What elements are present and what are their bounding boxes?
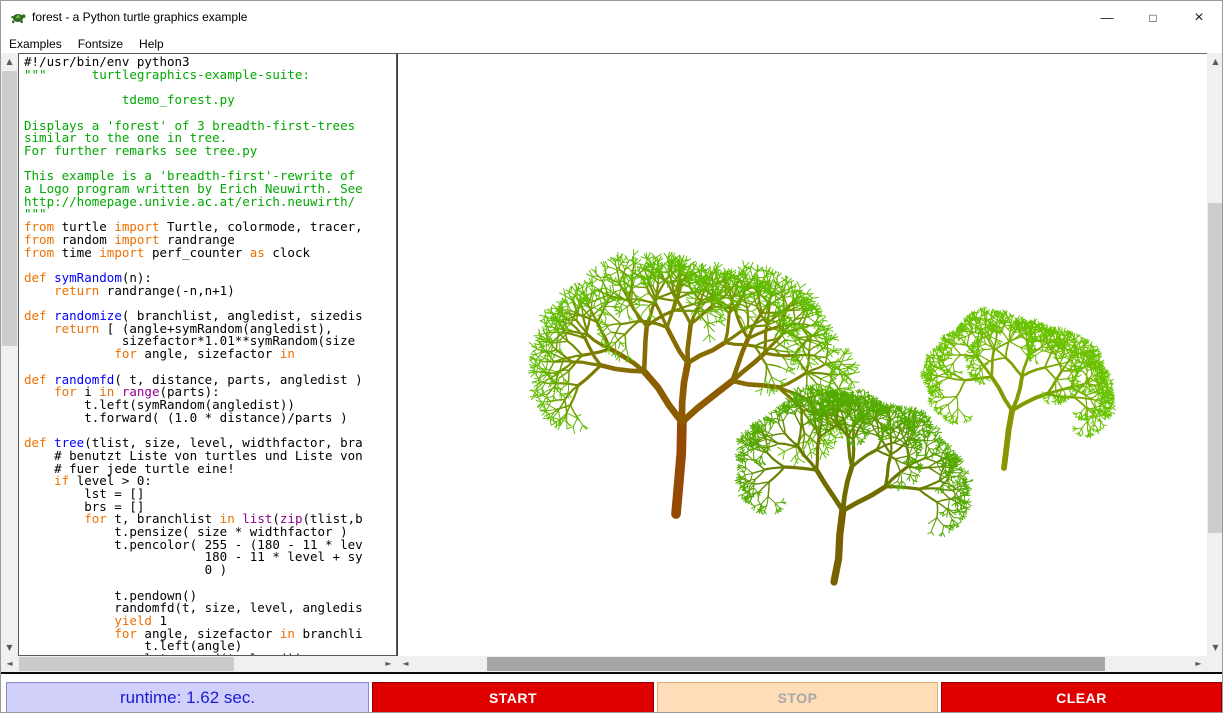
turtle-canvas-drawing bbox=[398, 54, 1207, 656]
scroll-down-icon[interactable]: ▼ bbox=[1, 639, 18, 656]
tree-path-middle-tree-level-6 bbox=[785, 437, 919, 489]
canvas-horizontal-scrollbar[interactable]: ◄ ► bbox=[397, 656, 1207, 672]
source-code-viewer[interactable]: #!/usr/bin/env python3 """ turtlegraphic… bbox=[18, 53, 397, 656]
titlebar[interactable]: forest - a Python turtle graphics exampl… bbox=[1, 1, 1222, 34]
code-vertical-scrollbar[interactable]: ▲ ▼ bbox=[1, 53, 18, 656]
scrollbar-corner bbox=[1207, 656, 1223, 672]
app-window: forest - a Python turtle graphics exampl… bbox=[0, 0, 1223, 713]
runtime-label: runtime: 1.62 sec. bbox=[6, 682, 369, 713]
minimize-button[interactable]: — bbox=[1084, 1, 1130, 34]
tree-path-right-tree-level-8 bbox=[1004, 411, 1012, 468]
tree-path-left-large-tree-level-7 bbox=[644, 363, 732, 422]
bottom-bar: runtime: 1.62 sec. START STOP CLEAR bbox=[1, 672, 1223, 713]
scroll-left-icon[interactable]: ◄ bbox=[397, 656, 414, 672]
menu-fontsize[interactable]: Fontsize bbox=[70, 34, 131, 53]
stop-button[interactable]: STOP bbox=[657, 682, 938, 713]
clear-button[interactable]: CLEAR bbox=[941, 682, 1222, 713]
maximize-button[interactable]: □ bbox=[1130, 1, 1176, 34]
canvas-vertical-scrollbar[interactable]: ▲ ▼ bbox=[1207, 53, 1223, 656]
menu-examples[interactable]: Examples bbox=[1, 34, 70, 53]
scroll-left-icon[interactable]: ◄ bbox=[1, 656, 18, 672]
minimize-icon: — bbox=[1101, 10, 1114, 25]
turtle-app-icon bbox=[10, 9, 27, 26]
tree-path-right-tree-level-7 bbox=[992, 376, 1048, 410]
scroll-right-icon[interactable]: ► bbox=[1190, 656, 1207, 672]
code-horizontal-scrollbar[interactable]: ◄ ► bbox=[1, 656, 397, 672]
window-title: forest - a Python turtle graphics exampl… bbox=[32, 10, 247, 24]
menu-help[interactable]: Help bbox=[131, 34, 172, 53]
turtle-canvas bbox=[397, 53, 1207, 656]
tree-path-middle-tree-level-8 bbox=[834, 511, 843, 582]
code-hscroll-thumb[interactable] bbox=[19, 657, 234, 671]
close-button[interactable]: × bbox=[1176, 1, 1222, 34]
scroll-right-icon[interactable]: ► bbox=[380, 656, 397, 672]
canvas-hscroll-thumb[interactable] bbox=[487, 657, 1105, 671]
scroll-up-icon[interactable]: ▲ bbox=[1, 53, 18, 70]
canvas-vscroll-thumb[interactable] bbox=[1208, 203, 1223, 533]
close-icon: × bbox=[1194, 9, 1203, 27]
code-vscroll-thumb[interactable] bbox=[2, 71, 17, 346]
tree-path-middle-tree-level-7 bbox=[817, 467, 886, 511]
code-text: #!/usr/bin/env python3 """ turtlegraphic… bbox=[19, 54, 396, 656]
scroll-up-icon[interactable]: ▲ bbox=[1207, 53, 1223, 70]
start-button[interactable]: START bbox=[372, 682, 654, 713]
menubar: Examples Fontsize Help bbox=[1, 34, 1222, 53]
scroll-down-icon[interactable]: ▼ bbox=[1207, 639, 1223, 656]
tree-path-left-large-tree-level-8 bbox=[676, 422, 682, 514]
maximize-icon: □ bbox=[1149, 11, 1156, 25]
